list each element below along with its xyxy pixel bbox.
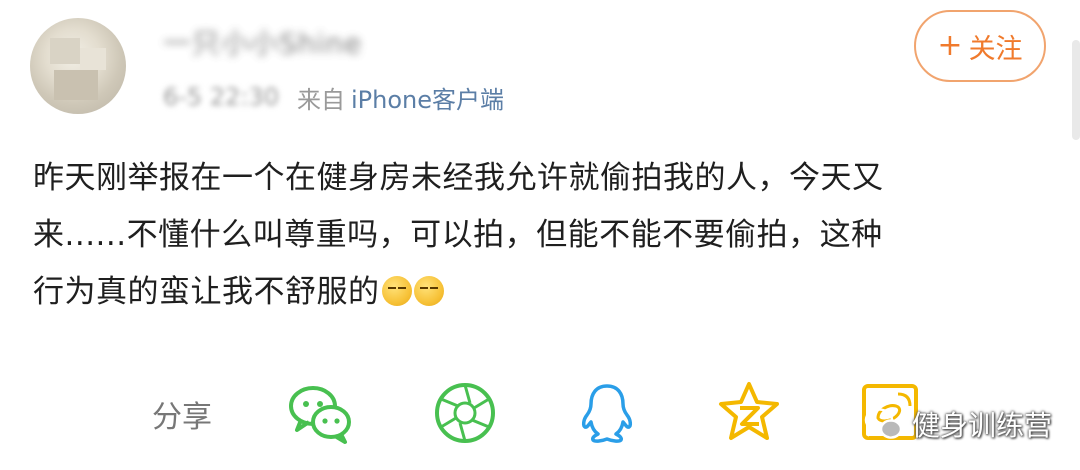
post-text: 昨天刚举报在一个在健身房未经我允许就偷拍我的人，今天又 来......不懂什么叫… [33,150,1053,321]
moments-icon [435,383,495,443]
post-time: 6-5 22:30 [163,83,279,111]
moments-share-button[interactable] [430,378,500,448]
username[interactable]: 一只小小Shine [163,22,362,60]
post-text-line-content: 行为真的蛮让我不舒服的 [33,274,380,310]
qq-icon [581,384,633,443]
wechat-icon [289,386,351,444]
follow-label: 关注 [968,33,1023,65]
post-text-line: 行为真的蛮让我不舒服的 [33,264,1053,321]
post-meta: 6-5 22:30 来自 iPhone客户端 [163,80,504,114]
source-from-label: 来自 [297,85,345,114]
emoji-icon [413,276,444,306]
qq-share-button[interactable] [572,378,642,448]
post-text-line: 昨天刚举报在一个在健身房未经我允许就偷拍我的人，今天又 [33,160,884,196]
watermark: 健身训练营 [864,404,1052,444]
qzone-icon [719,382,779,440]
plus-icon: + [937,28,963,63]
wechat-share-button[interactable] [285,378,355,448]
qzone-share-button[interactable] [714,378,784,448]
watermark-text: 健身训练营 [912,409,1053,442]
post-text-line: 来......不懂什么叫尊重吗，可以拍，但能不能不要偷拍，这种 [33,217,883,253]
share-label: 分享 [152,400,212,435]
follow-button[interactable]: + 关注 [914,10,1046,82]
scrollbar[interactable] [1072,40,1080,140]
wechat-icon [864,408,903,439]
avatar[interactable] [30,18,126,114]
source-client[interactable]: iPhone客户端 [351,80,504,115]
emoji-icon [381,276,412,306]
